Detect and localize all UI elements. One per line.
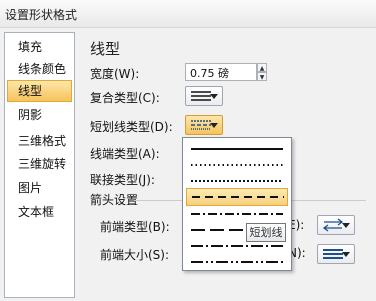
chevron-down-icon <box>210 123 218 128</box>
arrow-size-icon <box>323 249 343 259</box>
end-size-dropdown[interactable] <box>317 244 355 264</box>
spin-down-icon[interactable]: ▼ <box>257 72 267 81</box>
dash-type-label: 短划线类型(D): <box>90 120 173 134</box>
arrow-settings-group-label: 箭头设置 <box>90 193 139 207</box>
sidebar-item-text-box[interactable]: 文本框 <box>7 201 72 223</box>
sidebar-item-picture[interactable]: 图片 <box>7 177 72 199</box>
category-sidebar: 填充 线条颜色 线型 阴影 三维格式 三维旋转 图片 文本框 <box>4 32 75 298</box>
dash-line-icon <box>191 120 211 130</box>
chevron-down-icon <box>342 223 350 228</box>
sidebar-item-shadow[interactable]: 阴影 <box>7 104 72 126</box>
sidebar-item-3d-format[interactable]: 三维格式 <box>7 130 72 152</box>
join-type-label: 联接类型(J): <box>90 173 155 187</box>
long-dash-dot-dot-line-icon <box>191 261 283 263</box>
dash-option-dash[interactable] <box>186 188 288 206</box>
compound-line-icon <box>191 91 211 101</box>
dash-type-dropdown[interactable] <box>185 115 223 135</box>
width-spinner[interactable]: ▲ ▼ <box>257 63 267 81</box>
dash-option-long-dash-dot-dot[interactable] <box>186 253 288 271</box>
end-type-dropdown[interactable] <box>317 215 355 235</box>
begin-size-label: 前端大小(S): <box>100 248 170 262</box>
dash-type-popup <box>182 137 292 271</box>
dash-line-icon <box>192 196 284 198</box>
width-label: 宽度(W): <box>90 67 140 81</box>
title-bar: 设置形状格式 <box>0 0 376 28</box>
window-title: 设置形状格式 <box>5 8 78 22</box>
format-shape-dialog: 设置形状格式 填充 线条颜色 线型 阴影 三维格式 三维旋转 图片 文本框 线型… <box>0 0 376 301</box>
width-input[interactable]: 0.75 磅 <box>185 63 257 81</box>
width-value: 0.75 磅 <box>190 67 229 80</box>
begin-type-label: 前端类型(B): <box>100 220 170 234</box>
cap-type-label: 线端类型(A): <box>90 147 160 161</box>
section-title: 线型 <box>90 40 121 58</box>
compound-type-label: 复合类型(C): <box>90 91 160 105</box>
dash-tooltip: 短划线 <box>246 223 286 242</box>
sidebar-item-line-style[interactable]: 线型 <box>7 80 72 102</box>
chevron-down-icon <box>342 252 350 257</box>
sidebar-item-fill[interactable]: 填充 <box>7 36 72 58</box>
spin-up-icon[interactable]: ▲ <box>257 63 267 72</box>
sidebar-item-3d-rotation[interactable]: 三维旋转 <box>7 153 72 175</box>
arrow-type-icon <box>322 218 344 232</box>
chevron-down-icon <box>210 94 218 99</box>
compound-type-dropdown[interactable] <box>185 86 223 106</box>
sidebar-item-line-color[interactable]: 线条颜色 <box>7 58 72 80</box>
